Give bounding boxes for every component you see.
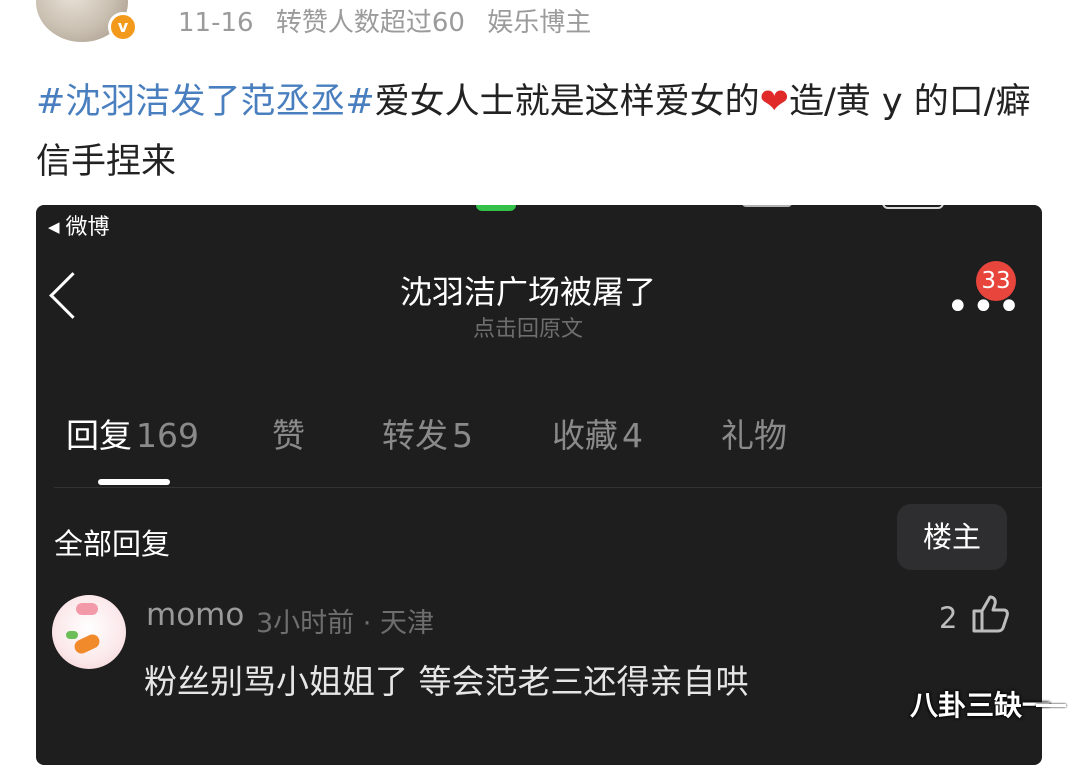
tab-label: 赞 (272, 416, 305, 455)
tab-reposts[interactable]: 转发 5 (382, 409, 473, 457)
page-title: 沈羽洁广场被屠了 (399, 273, 656, 311)
section-title: 全部回复 (54, 527, 171, 561)
meta-separator: · (362, 608, 372, 639)
battery-icon (882, 205, 944, 209)
author-tag: 娱乐博主 (487, 8, 592, 38)
tab-label: 礼物 (721, 416, 787, 455)
embedded-screenshot: ◀ 微博 沈羽洁广场被屠了 点击回原文 ••• 33 回复 169 赞 转发 5 收藏… (36, 205, 1042, 765)
like-count: 2 (939, 601, 958, 635)
commenter-name[interactable]: momo (146, 597, 244, 633)
notification-badge: 33 (976, 261, 1016, 301)
owner-filter-button[interactable]: 楼主 (897, 504, 1007, 570)
watermark: 八卦三缺一 (910, 689, 1051, 722)
status-back-label: 微博 (65, 215, 110, 240)
thumbs-up-icon[interactable] (970, 593, 1010, 635)
post-body: #沈羽洁发了范丞丞#爱女人士就是这样爱女的❤造/黄 y 的口/癖信手捏来 (36, 72, 1046, 192)
call-indicator (476, 205, 516, 211)
signal-icon (742, 205, 792, 207)
post-meta: 11-16 转赞人数超过60 娱乐博主 (178, 2, 605, 39)
comment-meta: 3小时前 · 天津 (256, 601, 434, 640)
heart-icon: ❤ (759, 82, 789, 122)
tab-label: 回复 (66, 416, 132, 455)
tab-count: 5 (452, 416, 473, 455)
commenter-avatar[interactable] (52, 595, 126, 669)
tab-favorites[interactable]: 收藏 4 (552, 409, 643, 457)
tab-label: 收藏 (552, 416, 618, 455)
comment-text: 粉丝别骂小姐姐了 等会范老三还得亲自哄 (144, 662, 749, 701)
repost-note: 转赞人数超过60 (275, 8, 465, 38)
comment-location: 天津 (379, 608, 434, 639)
verified-icon: v (108, 12, 138, 42)
tab-label: 转发 (382, 416, 448, 455)
watermark-underline (1036, 704, 1066, 707)
post-text-part1: 爱女人士就是这样爱女的 (374, 82, 760, 122)
tab-count: 169 (136, 416, 199, 455)
active-tab-indicator (98, 479, 170, 485)
divider (54, 487, 1042, 488)
comment-time: 3小时前 (256, 608, 355, 639)
leaf-shape (66, 631, 78, 639)
tab-bar: 回复 169 赞 转发 5 收藏 4 礼物 (36, 409, 1042, 457)
tab-gifts[interactable]: 礼物 (721, 409, 791, 457)
hashtag-link[interactable]: #沈羽洁发了范丞丞# (36, 82, 375, 122)
tab-count: 4 (622, 416, 643, 455)
bow-shape (76, 603, 98, 615)
status-back-link[interactable]: ◀ 微博 (48, 209, 110, 241)
back-to-original-link[interactable]: 点击回原文 (36, 311, 1020, 343)
tab-replies[interactable]: 回复 169 (66, 409, 199, 457)
post-date: 11-16 (178, 8, 254, 38)
back-triangle-icon: ◀ (48, 218, 60, 236)
tab-likes[interactable]: 赞 (272, 409, 309, 457)
